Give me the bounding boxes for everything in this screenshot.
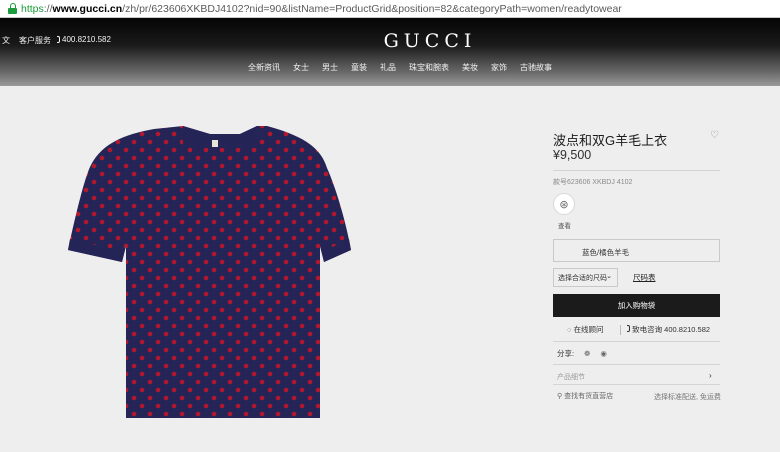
url-scheme-separator: :// — [43, 2, 53, 15]
shirt-shape — [68, 126, 351, 418]
address-bar[interactable]: https://www.gucci.cn/zh/pr/623606XKBDJ41… — [0, 0, 780, 18]
find-store-label: 查找有货直营店 — [564, 393, 614, 400]
product-details-toggle[interactable]: 产品细节 — [557, 372, 585, 382]
chevron-down-icon: ⌄ — [606, 273, 612, 280]
site-header: 文 客户服务 400.8210.582 GUCCI 全新资讯 女士 男士 童装 … — [0, 18, 780, 86]
size-select[interactable]: 选择合适的尺码 ⌄ — [553, 268, 618, 287]
mock-neck-collar — [183, 126, 257, 148]
nav-item-women[interactable]: 女士 — [293, 62, 309, 73]
shipping-note: 选择标准配送, 免运费 — [654, 394, 721, 401]
product-title: 波点和双G羊毛上衣 — [553, 133, 668, 148]
divider — [553, 341, 720, 342]
nav-item-men[interactable]: 男士 — [322, 62, 338, 73]
location-pin-icon: ⚲ — [557, 393, 563, 400]
phone-icon — [627, 325, 630, 332]
contact-divider — [620, 325, 621, 335]
swatch-icon: ⊛ — [559, 198, 569, 211]
size-select-label: 选择合适的尺码 — [558, 275, 607, 282]
product-sku: 款号623606 XKBDJ 4102 — [553, 179, 633, 186]
nav-item-children[interactable]: 童装 — [351, 62, 367, 73]
nav-item-decor[interactable]: 家饰 — [491, 62, 507, 73]
gucci-logo[interactable]: GUCCI — [0, 30, 780, 52]
add-to-bag-button[interactable]: 加入购物袋 — [553, 294, 720, 317]
url-path: /zh/pr/623606XKBDJ4102?nid=90&listName=P… — [122, 2, 622, 15]
chat-icon: ◌ — [567, 325, 572, 334]
call-advisor-link[interactable]: 致电咨询 400.8210.582 — [627, 324, 710, 335]
call-advisor-label: 致电咨询 400.8210.582 — [632, 325, 711, 334]
find-store-link[interactable]: ⚲ 查找有货直营店 — [557, 391, 613, 401]
url-scheme: https — [21, 2, 44, 15]
wishlist-heart-icon[interactable]: ♡ — [710, 130, 719, 141]
wechat-icon[interactable]: ❁ — [584, 349, 590, 358]
nav-item-new[interactable]: 全新资讯 — [248, 62, 280, 73]
swatch-label: 查看 — [558, 223, 571, 230]
online-advisor-link[interactable]: ◌ 在线顾问 — [567, 324, 604, 335]
divider — [553, 364, 720, 365]
neck-label — [212, 140, 218, 147]
color-selector[interactable]: 蓝色/橘色羊毛 — [553, 239, 720, 262]
size-guide-link[interactable]: 尺码表 — [633, 272, 656, 283]
share-label: 分享: — [557, 349, 575, 358]
online-advisor-label: 在线顾问 — [573, 325, 604, 334]
contact-row: ◌ 在线顾问 致电咨询 400.8210.582 — [553, 324, 720, 340]
divider — [553, 170, 720, 171]
nav-item-jewelry-watches[interactable]: 珠宝和腕表 — [409, 62, 449, 73]
main-nav: 全新资讯 女士 男士 童装 礼品 珠宝和腕表 美妆 家饰 古驰故事 — [248, 62, 565, 73]
share-row: 分享: ❁ ◉ — [557, 348, 607, 359]
chevron-right-icon[interactable]: › — [709, 371, 712, 380]
weibo-icon[interactable]: ◉ — [600, 349, 607, 358]
lock-icon — [8, 3, 17, 14]
divider — [553, 384, 720, 385]
product-price: ¥9,500 — [553, 148, 592, 162]
nav-item-beauty[interactable]: 美妆 — [462, 62, 478, 73]
nav-item-stories[interactable]: 古驰故事 — [520, 62, 552, 73]
product-image[interactable] — [66, 122, 380, 422]
url-host: www.gucci.cn — [52, 2, 123, 15]
color-swatch[interactable]: ⊛ — [553, 193, 575, 215]
nav-item-gifts[interactable]: 礼品 — [380, 62, 396, 73]
